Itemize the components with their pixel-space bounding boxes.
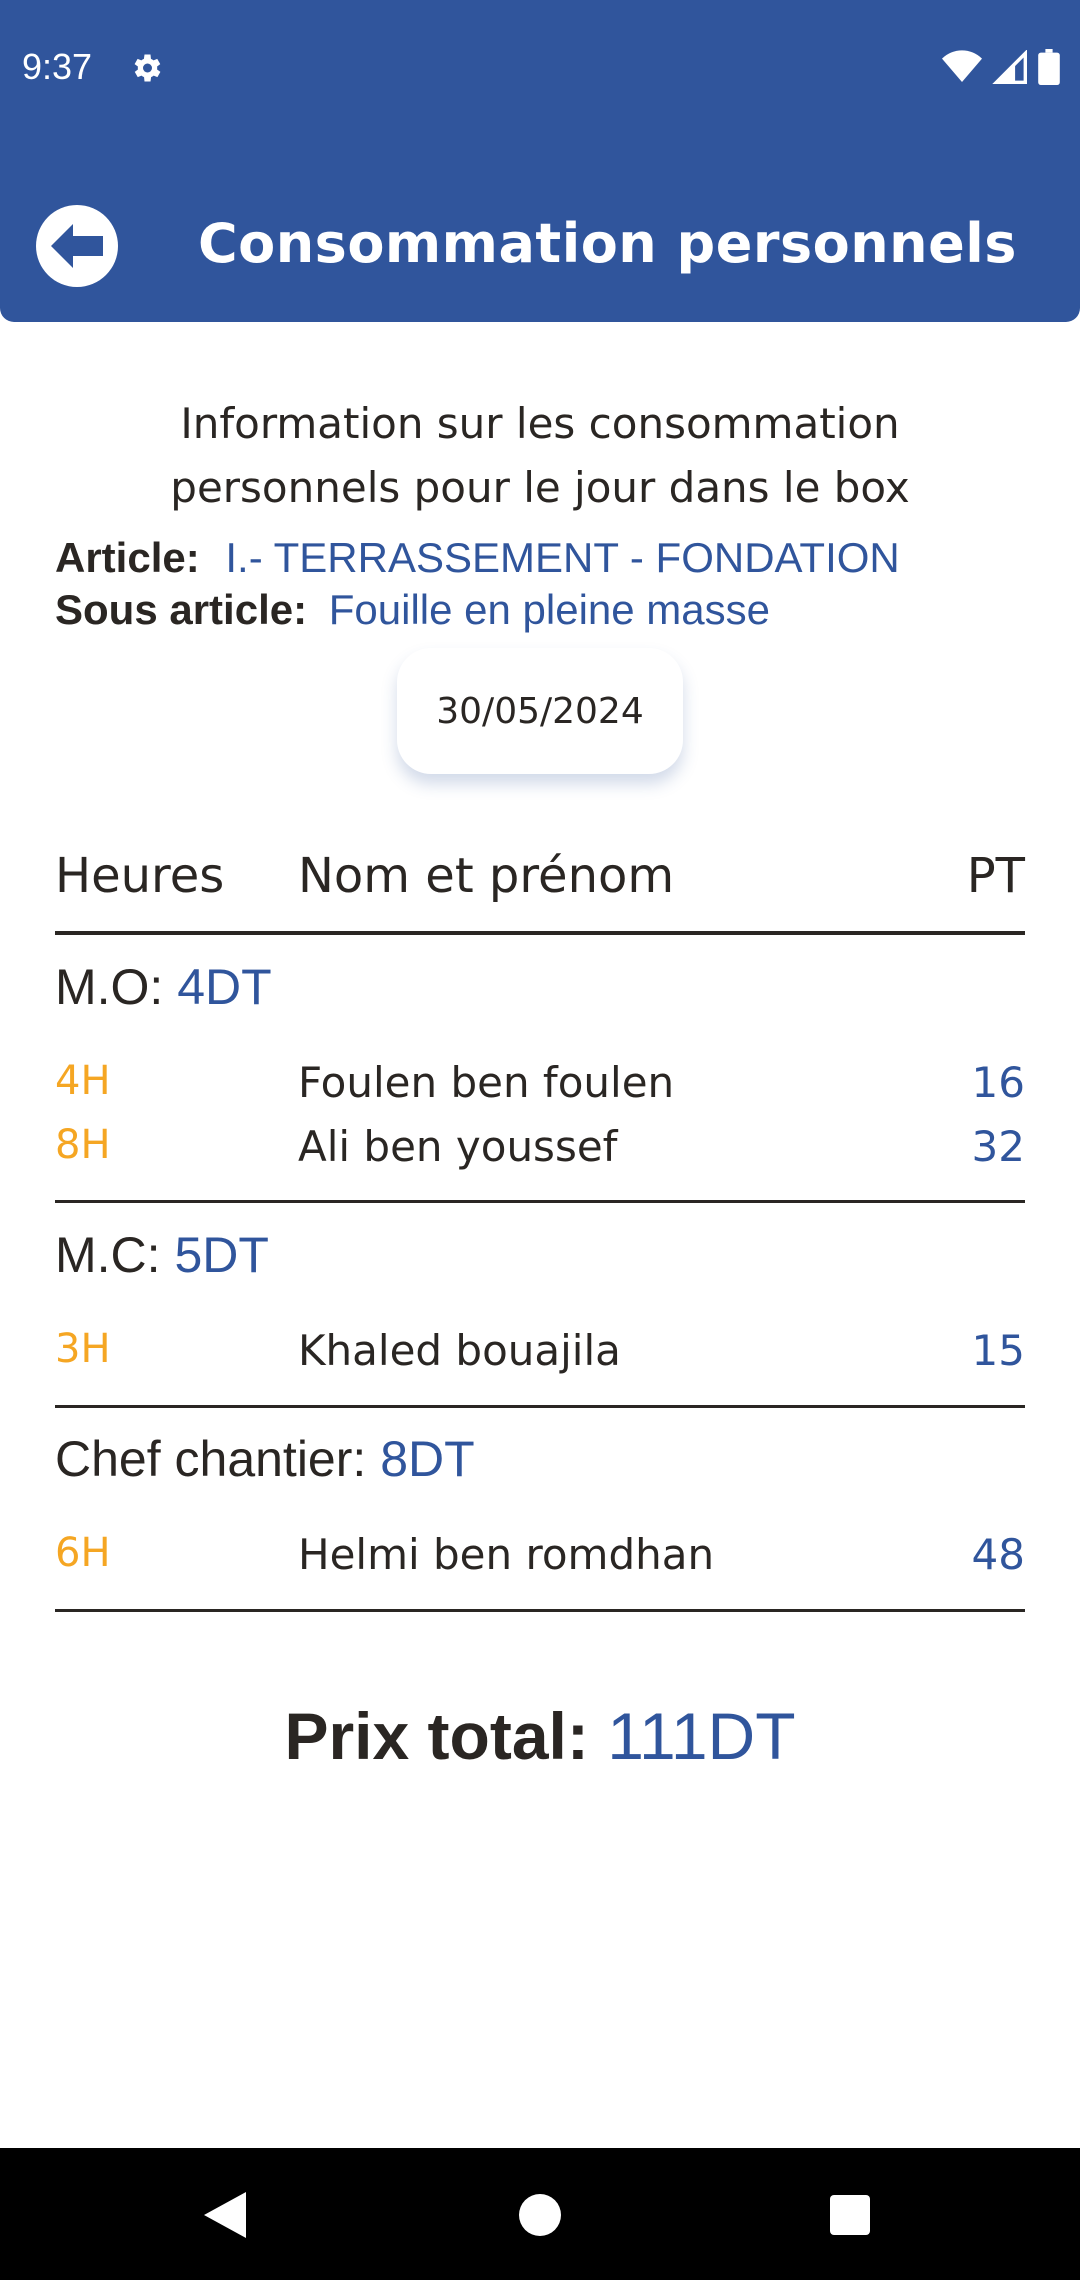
group-label: M.O: (55, 959, 164, 1015)
column-header-name: Nom et prénom (298, 848, 675, 904)
group-label: Chef chantier: (55, 1431, 367, 1487)
back-button[interactable] (36, 205, 118, 287)
status-time: 9:37 (22, 46, 93, 87)
nav-home-button[interactable] (495, 2170, 585, 2260)
home-circle-icon (519, 2194, 561, 2236)
back-triangle-icon (204, 2192, 246, 2238)
arrow-left-icon (51, 224, 103, 268)
recents-square-icon (830, 2195, 870, 2235)
group-rate: 5DT (174, 1227, 269, 1283)
system-nav-bar (0, 2148, 1080, 2280)
row-hours: 6H (55, 1530, 111, 1576)
group-title-mc: M.C: 5DT (55, 1226, 269, 1284)
total-price: Prix total: 111DT (0, 1698, 1080, 1774)
group-rate: 8DT (380, 1431, 475, 1487)
total-label: Prix total: (284, 1699, 589, 1773)
wifi-icon (942, 50, 982, 82)
intro-line-1: Information sur les consommation (180, 399, 900, 448)
intro-text: Information sur les consommation personn… (80, 392, 1000, 520)
row-hours: 8H (55, 1122, 111, 1168)
row-name: Khaled bouajila (298, 1326, 621, 1375)
group-divider (55, 1405, 1025, 1408)
page-title: Consommation personnels (198, 212, 1017, 275)
row-hours: 3H (55, 1326, 111, 1372)
column-header-pt: PT (966, 848, 1025, 904)
group-title-chef-chantier: Chef chantier: 8DT (55, 1430, 475, 1488)
group-label: M.C: (55, 1227, 161, 1283)
group-title-mo: M.O: 4DT (55, 958, 272, 1016)
row-hours: 4H (55, 1058, 111, 1104)
row-name: Helmi ben romdhan (298, 1530, 715, 1579)
article-label: Article: (55, 534, 200, 581)
battery-icon (1038, 49, 1060, 85)
nav-recents-button[interactable] (805, 2170, 895, 2260)
intro-line-2: personnels pour le jour dans le box (170, 463, 910, 512)
row-name: Ali ben youssef (298, 1122, 618, 1171)
sous-article-label: Sous article: (55, 586, 308, 633)
status-icons (942, 48, 1060, 86)
group-divider (55, 1609, 1025, 1612)
row-pt: 32 (971, 1122, 1025, 1171)
signal-icon (992, 50, 1027, 84)
sous-article-row: Sous article: Fouille en pleine masse (55, 584, 900, 636)
gear-icon (134, 54, 161, 82)
article-info: Article: I.- TERRASSEMENT - FONDATION So… (55, 532, 900, 636)
total-value: 111DT (607, 1699, 796, 1773)
sous-article-value: Fouille en pleine masse (328, 586, 771, 633)
row-pt: 16 (971, 1058, 1025, 1107)
date-picker-button[interactable]: 30/05/2024 (397, 648, 683, 774)
row-pt: 15 (971, 1326, 1025, 1375)
group-rate: 4DT (177, 959, 272, 1015)
nav-back-button[interactable] (180, 2170, 270, 2260)
group-divider (55, 1200, 1025, 1203)
app-bar: 9:37 Consommation personnels (0, 0, 1080, 322)
row-pt: 48 (971, 1530, 1025, 1579)
article-row: Article: I.- TERRASSEMENT - FONDATION (55, 532, 900, 584)
article-value: I.- TERRASSEMENT - FONDATION (225, 534, 900, 581)
column-header-hours: Heures (55, 848, 225, 904)
header-divider (55, 931, 1025, 935)
row-name: Foulen ben foulen (298, 1058, 675, 1107)
